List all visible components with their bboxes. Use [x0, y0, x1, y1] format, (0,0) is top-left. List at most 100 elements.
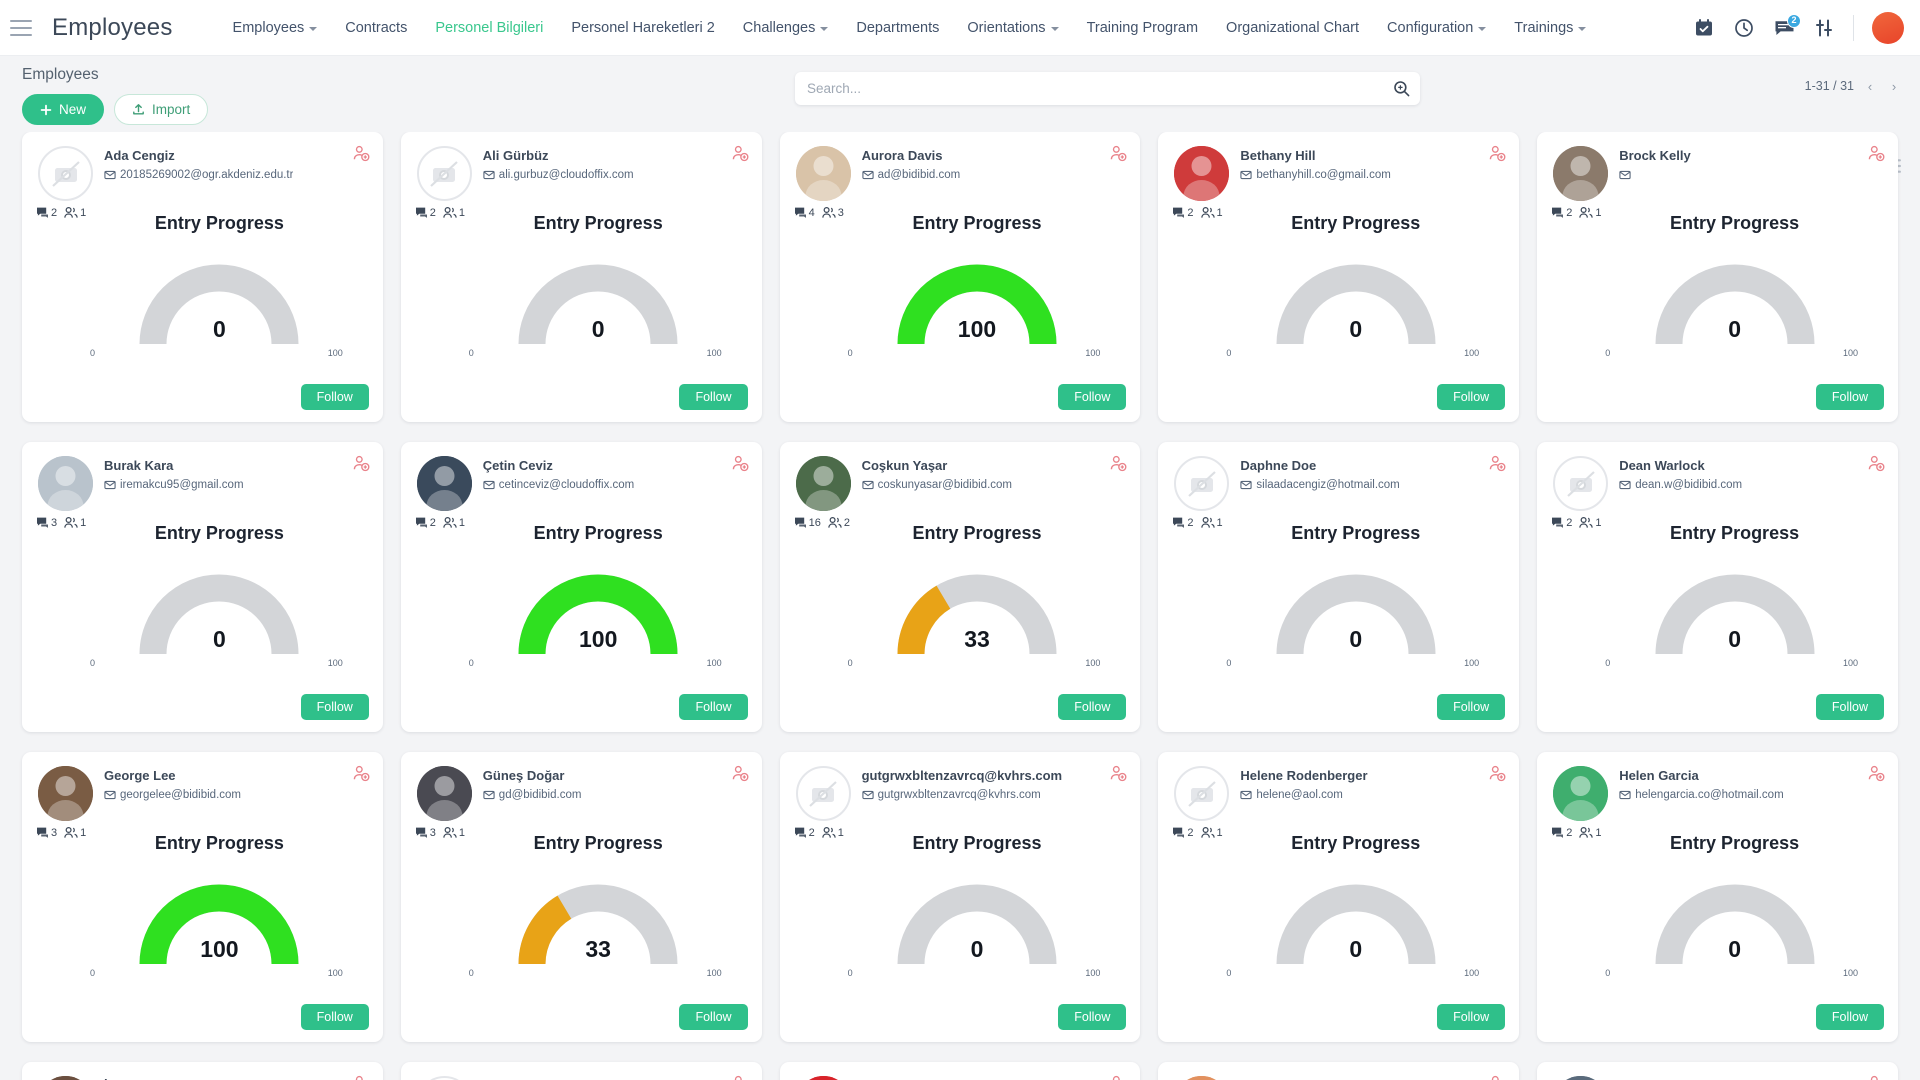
chat-icon[interactable]: 2 — [1773, 13, 1801, 39]
follow-button[interactable]: Follow — [1437, 694, 1506, 720]
nav-item-contracts[interactable]: Contracts — [331, 12, 421, 44]
avatar-photo[interactable] — [795, 146, 851, 201]
avatar-photo[interactable] — [1174, 146, 1230, 201]
envelope-icon — [483, 480, 495, 490]
nav-item-employees[interactable]: Employees — [219, 12, 332, 44]
nav-item-training-program[interactable]: Training Program — [1073, 12, 1212, 44]
employee-card[interactable]: George Lee georgelee@bidibid.com 3 1 Ent… — [22, 752, 383, 1042]
avatar-photo[interactable] — [416, 766, 472, 821]
employee-card[interactable]: Daphne Doe silaadacengiz@hotmail.com 2 1… — [1158, 442, 1520, 732]
employee-card[interactable]: Ada Cengiz 20185269002@ogr.akdeniz.edu.t… — [22, 132, 383, 422]
avatar-photo[interactable] — [38, 766, 93, 821]
user-remove-icon[interactable] — [1110, 1075, 1127, 1080]
employee-card[interactable]: Coşkun Yaşar coskunyasar@bidibid.com 16 — [779, 442, 1141, 732]
user-remove-icon[interactable] — [732, 455, 749, 477]
user-remove-icon[interactable] — [1110, 765, 1127, 787]
avatar-photo[interactable] — [38, 1076, 93, 1080]
user-remove-icon[interactable] — [1489, 765, 1506, 787]
user-remove-icon[interactable] — [1110, 145, 1127, 167]
user-remove-icon[interactable] — [353, 765, 370, 787]
avatar-placeholder[interactable] — [1174, 766, 1230, 821]
chevron-left-icon[interactable]: ‹ — [1862, 76, 1878, 96]
follow-button[interactable]: Follow — [300, 384, 369, 410]
user-remove-icon[interactable] — [732, 765, 749, 787]
user-remove-icon[interactable] — [353, 1075, 370, 1080]
user-remove-icon[interactable] — [1868, 145, 1885, 167]
nav-item-orientations[interactable]: Orientations — [953, 12, 1072, 44]
nav-item-configuration[interactable]: Configuration — [1373, 12, 1500, 44]
employee-card[interactable]: Helene Rodenberger helene@aol.com 2 1 En… — [1158, 752, 1520, 1042]
employee-card[interactable]: Dean Warlock dean.w@bidibid.com 2 1 Entr… — [1537, 442, 1898, 732]
follow-button[interactable]: Follow — [1437, 384, 1506, 410]
follow-button[interactable]: Follow — [679, 384, 748, 410]
follow-button[interactable]: Follow — [300, 694, 369, 720]
user-remove-icon[interactable] — [1110, 455, 1127, 477]
employee-card[interactable]: Brock Kelly 2 1 Entry Progress 0 0 100 F… — [1537, 132, 1898, 422]
follow-button[interactable]: Follow — [679, 1004, 748, 1030]
avatar-photo[interactable] — [1553, 1076, 1609, 1080]
calendar-check-icon[interactable] — [1693, 17, 1715, 39]
employee-card[interactable]: Julia Yare julia.y@bidibid.com Entry Pro… — [1158, 1062, 1520, 1080]
follow-button[interactable]: Follow — [1815, 384, 1884, 410]
nav-item-organizational-chart[interactable]: Organizational Chart — [1212, 12, 1373, 44]
employee-card[interactable]: Aurora Davis ad@bidibid.com 4 3 Entry Pr… — [779, 132, 1141, 422]
user-remove-icon[interactable] — [732, 145, 749, 167]
follow-button[interactable]: Follow — [1437, 1004, 1506, 1030]
user-remove-icon[interactable] — [1868, 765, 1885, 787]
employee-card[interactable]: Güneş Doğar gd@bidibid.com 3 1 Entry Pro… — [400, 752, 762, 1042]
avatar-placeholder[interactable] — [1174, 456, 1230, 511]
user-remove-icon[interactable] — [732, 1075, 749, 1080]
avatar-placeholder[interactable] — [1553, 456, 1609, 511]
user-remove-icon[interactable] — [353, 455, 370, 477]
user-remove-icon[interactable] — [1489, 145, 1506, 167]
clock-icon[interactable] — [1733, 17, 1755, 39]
import-button[interactable]: Import — [114, 94, 209, 125]
follow-button[interactable]: Follow — [1058, 694, 1127, 720]
search-icon[interactable] — [1393, 80, 1410, 97]
follow-button[interactable]: Follow — [1815, 1004, 1884, 1030]
employee-card[interactable]: Burak Kara iremakcu95@gmail.com 3 1 Entr… — [22, 442, 383, 732]
employee-card[interactable]: Helen Garcia helengarcia.co@hotmail.com … — [1537, 752, 1898, 1042]
sliders-icon[interactable] — [1813, 17, 1835, 39]
user-remove-icon[interactable] — [1489, 1075, 1506, 1080]
user-remove-icon[interactable] — [353, 145, 370, 167]
avatar-photo[interactable] — [1553, 146, 1609, 201]
avatar-photo[interactable] — [1174, 1076, 1230, 1080]
avatar-photo[interactable] — [1553, 766, 1609, 821]
nav-item-trainings[interactable]: Trainings — [1500, 12, 1600, 44]
avatar-photo[interactable] — [416, 456, 472, 511]
chevron-right-icon[interactable]: › — [1886, 76, 1902, 96]
nav-item-personel-hareketleri-2[interactable]: Personel Hareketleri 2 — [557, 12, 728, 44]
employee-card[interactable]: Kaya Ezer kayaezer@bidibid.com Entry Pro… — [1537, 1062, 1898, 1080]
user-remove-icon[interactable] — [1868, 455, 1885, 477]
employee-card[interactable]: John Doe silaadacengiz@gmail.com Entry P… — [400, 1062, 762, 1080]
employee-card[interactable]: Bethany Hill bethanyhill.co@gmail.com 2 — [1158, 132, 1520, 422]
follow-button[interactable]: Follow — [1058, 384, 1127, 410]
avatar-photo[interactable] — [795, 1076, 851, 1080]
follow-button[interactable]: Follow — [1815, 694, 1884, 720]
avatar-photo[interactable] — [38, 456, 93, 511]
avatar-placeholder[interactable] — [416, 1076, 472, 1080]
nav-item-personel-bilgileri[interactable]: Personel Bilgileri — [421, 12, 557, 44]
avatar-placeholder[interactable] — [416, 146, 472, 201]
follow-button[interactable]: Follow — [679, 694, 748, 720]
employee-card[interactable]: gutgrwxbltenzavrcq@kvhrs.com gutgrwxblte… — [779, 752, 1141, 1042]
user-remove-icon[interactable] — [1489, 455, 1506, 477]
nav-item-departments[interactable]: Departments — [842, 12, 953, 44]
follow-button[interactable]: Follow — [1058, 1004, 1127, 1030]
follow-button[interactable]: Follow — [300, 1004, 369, 1030]
employee-card[interactable]: İrem Akçu irem.akcu@cloudoffix.com Entry… — [22, 1062, 383, 1080]
search-input[interactable] — [807, 81, 1393, 96]
employee-card[interactable]: Ali Gürbüz ali.gurbuz@cloudoffix.com 2 1… — [400, 132, 762, 422]
nav-item-challenges[interactable]: Challenges — [729, 12, 843, 44]
avatar[interactable] — [1872, 11, 1904, 44]
new-button[interactable]: New — [22, 94, 105, 125]
employee-card[interactable]: Çetin Ceviz cetinceviz@cloudoffix.com 2 — [400, 442, 762, 732]
hamburger-icon[interactable] — [10, 13, 40, 43]
avatar-placeholder[interactable] — [38, 146, 93, 201]
avatar-placeholder[interactable] — [795, 766, 851, 821]
user-remove-icon[interactable] — [1868, 1075, 1885, 1080]
employee-card[interactable]: John Minto johnminto03@gmail.com Entry P… — [779, 1062, 1141, 1080]
search-bar[interactable] — [795, 72, 1420, 105]
avatar-photo[interactable] — [795, 456, 851, 511]
